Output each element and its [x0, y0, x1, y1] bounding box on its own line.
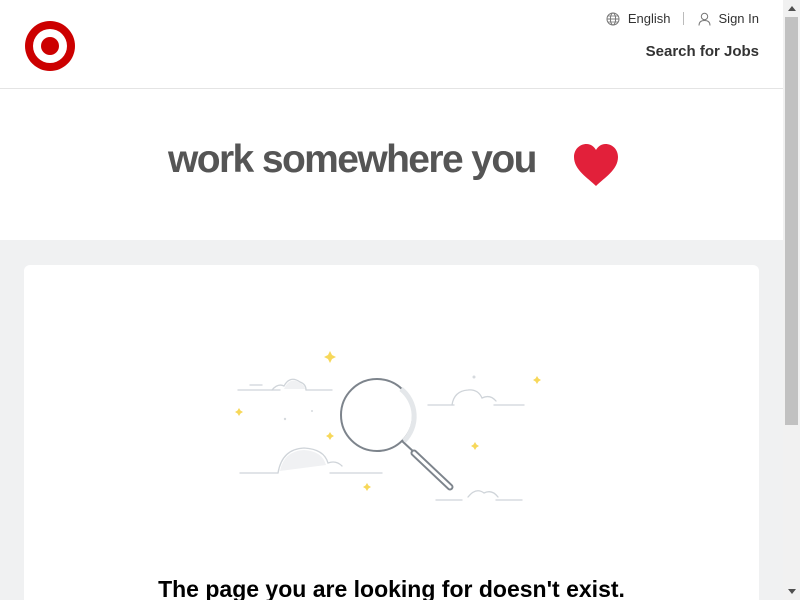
vertical-scrollbar[interactable] — [783, 0, 800, 600]
globe-icon — [606, 12, 620, 25]
page-viewport: English Sign In Search for Jobs work som… — [0, 0, 783, 600]
scroll-up-arrow-icon[interactable] — [783, 0, 800, 17]
tagline-text: work somewhere you — [168, 138, 537, 181]
user-icon — [698, 12, 711, 26]
sign-in-label: Sign In — [718, 11, 759, 26]
scrollbar-thumb[interactable] — [785, 17, 798, 425]
language-label: English — [627, 11, 671, 26]
utility-divider — [682, 12, 684, 25]
heart-icon — [574, 144, 618, 186]
magnifier-illustration — [235, 351, 541, 501]
site-header: English Sign In Search for Jobs — [0, 0, 783, 89]
search-for-jobs-link[interactable]: Search for Jobs — [646, 43, 759, 60]
scroll-down-arrow-icon[interactable] — [783, 583, 800, 600]
error-message: The page you are looking for doesn't exi… — [158, 576, 625, 600]
target-logo-icon[interactable] — [24, 20, 76, 72]
sign-in-link[interactable]: Sign In — [698, 11, 759, 26]
utility-nav: English Sign In — [606, 11, 759, 26]
language-selector[interactable]: English — [606, 11, 671, 26]
